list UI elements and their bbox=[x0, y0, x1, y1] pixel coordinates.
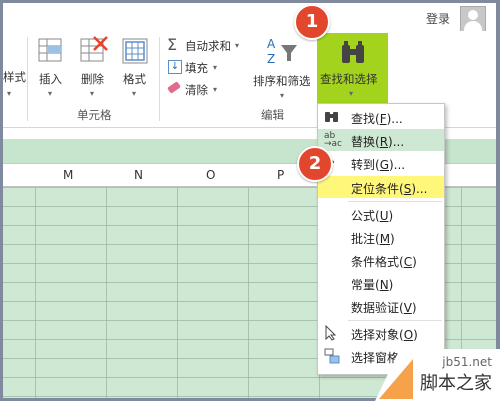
menu-label-tail: ) bbox=[412, 255, 417, 269]
find-select-button[interactable]: 查找和选择 ▾ bbox=[317, 33, 388, 105]
chevron-down-icon: ▾ bbox=[213, 85, 218, 94]
menu-label-tail: ) bbox=[411, 301, 417, 315]
menu-label: 转到( bbox=[351, 158, 380, 172]
menu-separator bbox=[348, 201, 442, 202]
menu-label-tail: ) bbox=[388, 278, 394, 292]
chevron-down-icon: ▾ bbox=[235, 41, 240, 50]
cells-group-label: 单元格 bbox=[77, 108, 112, 122]
column-header[interactable]: M bbox=[63, 168, 73, 182]
insert-cells-icon bbox=[38, 38, 62, 62]
menu-item-comments[interactable]: 批注(M) bbox=[318, 226, 444, 248]
styles-button-partial[interactable]: 样式 bbox=[3, 69, 26, 85]
eraser-icon bbox=[167, 81, 181, 94]
step-marker-1: 1 bbox=[294, 4, 330, 40]
menu-label: 批注( bbox=[351, 232, 380, 246]
format-cells-icon bbox=[122, 38, 148, 64]
column-header[interactable]: O bbox=[206, 168, 215, 182]
menu-accelerator: V bbox=[403, 301, 412, 315]
clear-label: 清除 bbox=[185, 83, 208, 97]
menu-accelerator: R bbox=[379, 135, 389, 149]
menu-item-constants[interactable]: 常量(N) bbox=[318, 272, 444, 294]
menu-label: 选择对象( bbox=[351, 328, 404, 342]
format-button[interactable]: 格式 ▾ bbox=[117, 35, 153, 101]
delete-label: 删除 bbox=[81, 72, 104, 86]
menu-item-conditional-formatting[interactable]: 条件格式(C) bbox=[318, 249, 444, 271]
menu-label: 条件格式( bbox=[351, 255, 404, 269]
edit-group-label: 编辑 bbox=[261, 108, 284, 122]
fill-button[interactable]: ↓ 填充 ▾ bbox=[165, 59, 235, 77]
menu-label-tail: )... bbox=[388, 135, 405, 149]
column-header[interactable]: P bbox=[277, 168, 284, 182]
menu-accelerator: O bbox=[403, 328, 414, 342]
menu-label-tail: ) bbox=[388, 209, 394, 223]
menu-label: 查找( bbox=[351, 112, 380, 126]
menu-item-data-validation[interactable]: 数据验证(V) bbox=[318, 295, 444, 317]
chevron-down-icon: ▾ bbox=[213, 63, 218, 72]
format-label: 格式 bbox=[123, 72, 146, 86]
menu-label-tail: ) bbox=[413, 328, 418, 342]
binoculars-icon bbox=[324, 109, 342, 125]
chevron-down-icon: ▾ bbox=[90, 89, 95, 98]
delete-cells-icon bbox=[80, 36, 108, 62]
menu-label-tail: )... bbox=[389, 158, 406, 172]
menu-item-goto[interactable]: → 转到(G)... bbox=[318, 152, 444, 174]
binoculars-icon bbox=[342, 41, 364, 63]
svg-text:A: A bbox=[267, 37, 276, 51]
login-link[interactable]: 登录 bbox=[426, 10, 450, 27]
ribbon-separator bbox=[27, 37, 28, 121]
chevron-down-icon: ▾ bbox=[48, 89, 53, 98]
chevron-down-icon: ▾ bbox=[349, 89, 354, 98]
menu-accelerator: G bbox=[379, 158, 389, 172]
menu-label: 数据验证( bbox=[351, 301, 404, 315]
find-select-label: 查找和选择 bbox=[320, 72, 378, 86]
autosum-button[interactable]: Σ 自动求和 ▾ bbox=[165, 35, 249, 55]
menu-label: 定位条件( bbox=[351, 182, 404, 196]
menu-label-tail: ) bbox=[390, 232, 395, 246]
menu-accelerator: C bbox=[403, 255, 413, 269]
fill-label: 填充 bbox=[185, 61, 208, 75]
menu-accelerator: N bbox=[379, 278, 389, 292]
step-marker-2: 2 bbox=[297, 146, 333, 182]
fill-down-icon: ↓ bbox=[168, 60, 182, 74]
watermark: jb51.net 脚本之家 bbox=[375, 341, 500, 401]
replace-icon: ab →ac bbox=[324, 131, 343, 149]
sort-filter-icon: A Z bbox=[267, 37, 297, 66]
menu-label-tail: )... bbox=[411, 182, 428, 196]
menu-item-goto-special[interactable]: 定位条件(S)... bbox=[318, 176, 444, 198]
menu-label: 公式( bbox=[351, 209, 380, 223]
menu-accelerator: M bbox=[379, 232, 391, 246]
sort-filter-label: 排序和筛选 bbox=[253, 74, 311, 88]
insert-label: 插入 bbox=[39, 72, 62, 86]
chevron-down-icon: ▾ bbox=[280, 91, 285, 100]
column-header[interactable]: N bbox=[134, 168, 143, 182]
delete-button[interactable]: 删除 ▾ bbox=[75, 35, 111, 101]
menu-item-formulas[interactable]: 公式(U) bbox=[318, 203, 444, 225]
menu-label: 常量( bbox=[351, 278, 380, 292]
watermark-site: jb51.net bbox=[442, 355, 492, 369]
user-avatar-icon[interactable] bbox=[460, 6, 486, 32]
menu-label-tail: )... bbox=[386, 112, 403, 126]
selection-pane-icon bbox=[324, 348, 342, 364]
sort-filter-button[interactable]: A Z 排序和筛选 ▾ bbox=[253, 35, 315, 105]
watermark-name: 脚本之家 bbox=[420, 373, 492, 394]
menu-item-replace[interactable]: ab →ac 替换(R)... bbox=[318, 129, 444, 151]
select-pointer-icon bbox=[324, 324, 342, 341]
find-select-dropdown: 查找(F)... ab→ac 替换(R)... → 转到(G)... 定位条件(… bbox=[317, 103, 445, 375]
svg-text:Z: Z bbox=[267, 52, 275, 66]
menu-separator bbox=[348, 320, 442, 321]
menu-item-find[interactable]: 查找(F)... bbox=[318, 106, 444, 128]
sigma-icon: Σ bbox=[167, 35, 178, 54]
chevron-down-icon: ▾ bbox=[7, 89, 12, 98]
menu-accelerator: F bbox=[379, 112, 387, 126]
autosum-label: 自动求和 bbox=[185, 39, 231, 53]
ribbon-separator bbox=[159, 37, 160, 121]
title-bar: 登录 bbox=[3, 3, 496, 32]
chevron-down-icon: ▾ bbox=[132, 89, 137, 98]
menu-label: 替换( bbox=[351, 135, 380, 149]
clear-button[interactable]: 清除 ▾ bbox=[165, 81, 235, 99]
insert-button[interactable]: 插入 ▾ bbox=[33, 35, 69, 101]
